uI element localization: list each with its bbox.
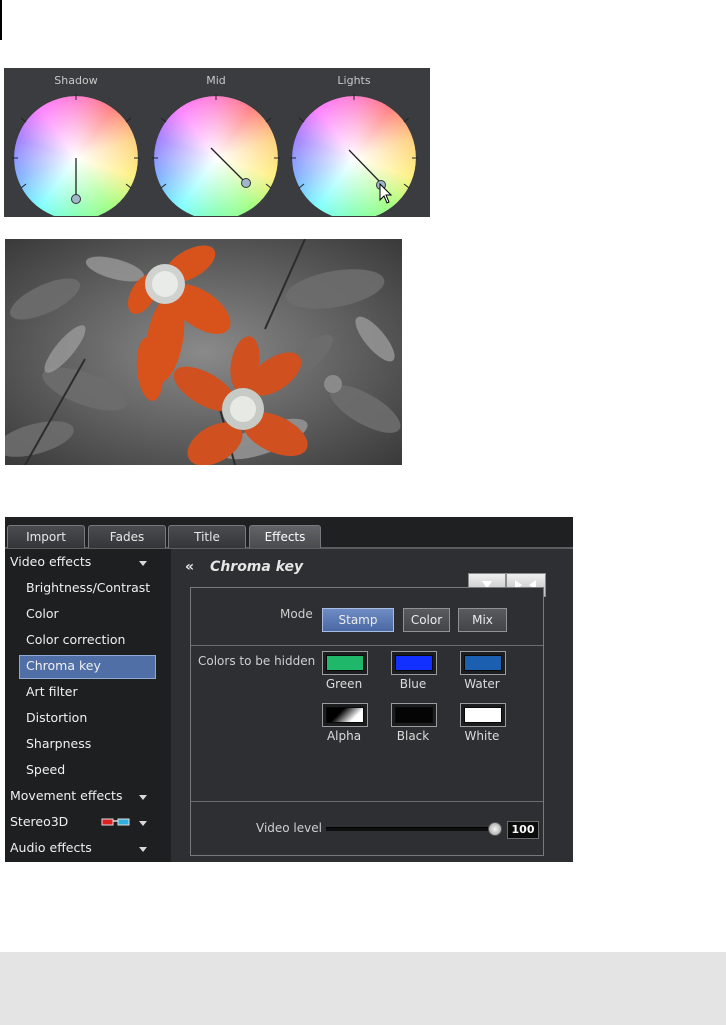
footer-note-bar: [0, 952, 726, 1025]
swatch-black-label: Black: [396, 729, 430, 743]
sidebar-item-sharpness[interactable]: Sharpness: [26, 733, 91, 755]
white-swatch: [464, 707, 502, 723]
chevron-down-icon[interactable]: [139, 821, 147, 826]
color-wheels-panel: Shadow Mid Lights: [4, 68, 430, 217]
sidebar-movement-effects[interactable]: Movement effects: [10, 785, 122, 807]
divider: [191, 645, 543, 646]
back-chevrons-icon[interactable]: «: [185, 559, 194, 575]
tab-fades[interactable]: Fades: [88, 525, 166, 548]
tab-effects[interactable]: Effects: [249, 525, 321, 548]
media-pool-tabs: Import Fades Title Effects: [5, 517, 573, 549]
lights-wheel[interactable]: Lights: [285, 68, 423, 217]
swatch-alpha-button[interactable]: [322, 703, 368, 727]
effect-header: « Chroma key: [185, 559, 303, 575]
swatch-white-label: White: [464, 729, 500, 743]
chevron-down-icon[interactable]: [139, 561, 147, 566]
mode-label: Mode: [280, 607, 313, 621]
shadow-wheel[interactable]: Shadow: [7, 68, 145, 217]
divider: [191, 801, 543, 802]
sidebar-item-speed[interactable]: Speed: [26, 759, 65, 781]
water-swatch: [464, 655, 502, 671]
mid-color-wheel[interactable]: [147, 88, 285, 216]
swatch-white-button[interactable]: [460, 703, 506, 727]
sidebar-audio-effects[interactable]: Audio effects: [10, 837, 92, 859]
video-level-label: Video level: [256, 821, 322, 835]
page-edge-mark: [0, 0, 2, 40]
swatch-water-button[interactable]: [460, 651, 506, 675]
sidebar-stereo3d[interactable]: Stereo3D: [10, 811, 68, 833]
3d-glasses-icon: [101, 818, 130, 826]
chroma-key-preview-photo: [5, 239, 402, 465]
effects-panel: Import Fades Title Effects Video effects…: [5, 517, 573, 862]
swatch-blue-label: Blue: [399, 677, 427, 691]
mode-color-button[interactable]: Color: [403, 608, 450, 632]
sidebar-item-brightness-contrast[interactable]: Brightness/Contrast: [26, 577, 150, 599]
sidebar-item-color-correction[interactable]: Color correction: [26, 629, 125, 651]
blue-swatch: [395, 655, 433, 671]
swatch-green-label: Green: [325, 677, 363, 691]
colors-to-be-hidden-label: Colors to be hidden: [198, 654, 316, 668]
mid-wheel[interactable]: Mid: [147, 68, 285, 217]
lights-wheel-label: Lights: [337, 74, 371, 87]
chevron-down-icon[interactable]: [139, 795, 147, 800]
swatch-alpha-label: Alpha: [326, 729, 362, 743]
mid-wheel-label: Mid: [206, 74, 226, 87]
effects-sidebar: Video effects Brightness/Contrast Color …: [5, 549, 171, 862]
sidebar-item-art-filter[interactable]: Art filter: [26, 681, 78, 703]
swatch-black-button[interactable]: [391, 703, 437, 727]
effect-title: Chroma key: [210, 559, 304, 575]
shadow-wheel-label: Shadow: [54, 74, 98, 87]
effect-settings: « Chroma key Mode Stamp Color Mix Colors …: [171, 549, 573, 862]
black-swatch: [395, 707, 433, 723]
sidebar-item-color[interactable]: Color: [26, 603, 59, 625]
tab-import[interactable]: Import: [7, 525, 85, 548]
alpha-swatch: [326, 707, 364, 723]
swatch-blue-button[interactable]: [391, 651, 437, 675]
swatch-green-button[interactable]: [322, 651, 368, 675]
sidebar-video-effects[interactable]: Video effects: [10, 551, 91, 573]
video-level-slider-handle[interactable]: [488, 822, 502, 836]
lights-color-wheel[interactable]: [285, 88, 423, 216]
tab-title[interactable]: Title: [168, 525, 246, 548]
mode-mix-button[interactable]: Mix: [458, 608, 507, 632]
sidebar-item-chroma-key[interactable]: Chroma key: [26, 655, 101, 677]
shadow-color-wheel[interactable]: [7, 88, 145, 216]
green-swatch: [326, 655, 364, 671]
mode-stamp-button[interactable]: Stamp: [322, 608, 394, 632]
video-level-value[interactable]: 100: [507, 821, 539, 839]
video-level-slider[interactable]: [326, 827, 498, 831]
chevron-down-icon[interactable]: [139, 847, 147, 852]
swatch-water-label: Water: [464, 677, 500, 691]
chroma-key-settings-box: Mode Stamp Color Mix Colors to be hidden…: [190, 587, 544, 856]
sidebar-item-distortion[interactable]: Distortion: [26, 707, 87, 729]
